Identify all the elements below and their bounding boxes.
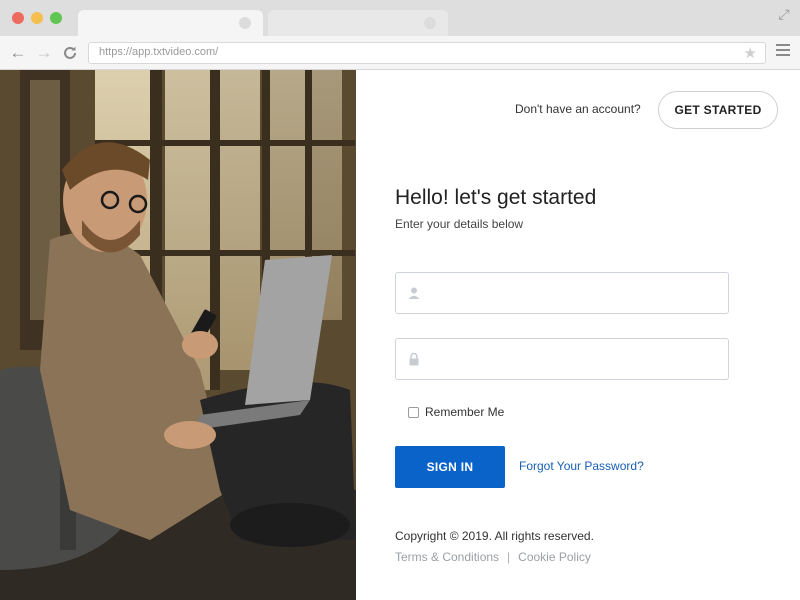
page-title: Hello! let's get started (395, 186, 597, 209)
browser-toolbar: ← → https://app.txtvideo.com/ ★ (0, 36, 800, 70)
get-started-button[interactable]: GET STARTED (658, 91, 778, 129)
browser-tab-active[interactable] (78, 10, 263, 36)
back-arrow-icon[interactable]: ← (8, 43, 28, 63)
username-field[interactable] (395, 272, 729, 314)
page-subtitle: Enter your details below (395, 217, 524, 231)
copyright-text: Copyright © 2019. All rights reserved. (395, 529, 594, 543)
login-panel: Don't have an account? GET STARTED Hello… (356, 70, 800, 600)
address-bar[interactable]: https://app.txtvideo.com/ ★ (88, 42, 766, 64)
sign-in-button[interactable]: SIGN IN (395, 446, 505, 488)
terms-link[interactable]: Terms & Conditions (395, 550, 499, 564)
password-input[interactable] (430, 339, 720, 379)
user-icon (408, 287, 420, 299)
url-text: https://app.txtvideo.com/ (99, 46, 219, 58)
remember-me-label[interactable]: Remember Me (425, 405, 504, 419)
username-input[interactable] (430, 273, 720, 313)
reload-icon[interactable] (60, 43, 80, 63)
maximize-window-button[interactable] (50, 12, 62, 24)
remember-me-checkbox[interactable] (408, 406, 419, 418)
signup-prompt: Don't have an account? (515, 102, 641, 116)
lock-icon (409, 352, 419, 366)
remember-me[interactable]: Remember Me (408, 405, 504, 419)
footer-separator: | (507, 550, 511, 564)
minimize-window-button[interactable] (31, 12, 43, 24)
browser-chrome: ⤢ ← → https://app.txtvideo.com/ ★ (0, 0, 800, 70)
expand-icon[interactable]: ⤢ (776, 6, 792, 22)
browser-menu-icon[interactable] (776, 44, 790, 59)
window-controls (12, 12, 62, 24)
close-window-button[interactable] (12, 12, 24, 24)
forward-arrow-icon[interactable]: → (34, 43, 54, 63)
forgot-password-link[interactable]: Forgot Your Password? (519, 459, 644, 473)
password-field[interactable] (395, 338, 729, 380)
footer-links: Terms & Conditions | Cookie Policy (395, 550, 591, 564)
browser-tab-inactive[interactable] (268, 10, 448, 36)
page: Don't have an account? GET STARTED Hello… (0, 70, 800, 600)
hero-image (0, 70, 356, 600)
tab-close-icon[interactable] (239, 17, 251, 29)
cookie-policy-link[interactable]: Cookie Policy (518, 550, 591, 564)
tab-close-icon[interactable] (424, 17, 436, 29)
bookmark-star-icon[interactable]: ★ (744, 44, 757, 62)
